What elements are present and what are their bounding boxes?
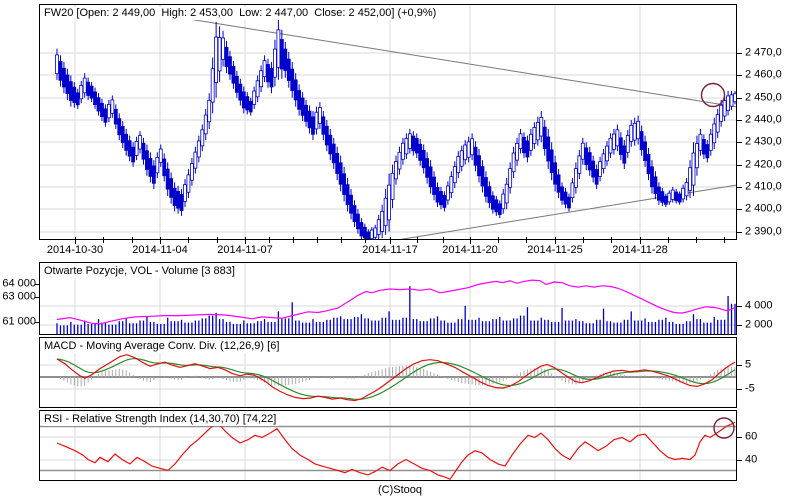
x-axis-date-label: 2014-11-20 (442, 244, 498, 256)
rsi-axis-label: 60 (745, 430, 758, 443)
macd-axis-label: -5 (745, 382, 755, 395)
price-axis-label: 2 470,0 (745, 46, 782, 59)
axis-tick (737, 120, 742, 121)
x-axis-date-label: 2014-11-25 (527, 244, 583, 256)
stooq-credit: (C)Stooq (377, 484, 423, 496)
axis-tick (737, 187, 742, 188)
axis-tick (35, 284, 40, 285)
axis-tick (526, 237, 527, 243)
axis-tick (245, 237, 246, 244)
axis-tick (737, 365, 742, 366)
x-axis-date-label: 2014-11-17 (362, 244, 418, 256)
axis-tick (470, 237, 471, 244)
volume-axis-label: 2 000 (745, 318, 773, 331)
x-axis-date-label: 2014-11-28 (612, 244, 668, 256)
axis-tick (417, 237, 418, 243)
open-interest-axis-label: 64 000 (2, 277, 36, 290)
price-axis-label: 2 400,0 (745, 202, 782, 215)
axis-tick (555, 237, 556, 244)
rsi-axis-label: 40 (745, 453, 758, 466)
price-axis-label: 2 390,0 (745, 225, 782, 238)
axis-tick (737, 437, 742, 438)
axis-tick (341, 237, 342, 243)
axis-tick (737, 209, 742, 210)
axis-tick (737, 389, 742, 390)
axis-tick (498, 237, 499, 243)
axis-tick (217, 237, 218, 243)
price-axis-label: 2 420,0 (745, 158, 782, 171)
axis-tick (75, 237, 76, 244)
x-axis-date-label: 2014-11-07 (217, 244, 273, 256)
macd-panel-title: MACD - Moving Average Conv. Div. (12,26,… (43, 340, 283, 353)
axis-tick (737, 75, 742, 76)
axis-tick (35, 297, 40, 298)
axis-tick (269, 237, 270, 243)
axis-tick (443, 237, 444, 243)
axis-tick (737, 142, 742, 143)
axis-tick (293, 237, 294, 243)
price-panel-title: FW20 [Open: 2 449,00 High: 2 453,00 Low:… (43, 7, 440, 20)
axis-tick (737, 460, 742, 461)
axis-tick (160, 237, 161, 244)
price-axis-label: 2 430,0 (745, 135, 782, 148)
open-interest-axis-label: 63 000 (2, 290, 36, 303)
price-axis-label: 2 450,0 (745, 91, 782, 104)
axis-tick (35, 322, 40, 323)
axis-tick (737, 232, 742, 233)
x-axis-date-label: 2014-10-30 (46, 244, 104, 256)
axis-tick (696, 237, 697, 243)
axis-tick (390, 237, 391, 244)
axis-tick (640, 237, 641, 244)
axis-tick (737, 98, 742, 99)
volume-panel-title: Otwarte Pozycje, VOL - Volume [3 883] (43, 265, 238, 278)
rsi-panel-title: RSI - Relative Strength Index (14,30,70)… (43, 413, 280, 426)
x-axis-date-label: 2014-11-04 (132, 244, 188, 256)
axis-tick (317, 237, 318, 243)
open-interest-axis-label: 61 000 (2, 315, 36, 328)
axis-tick (668, 237, 669, 243)
price-axis-label: 2 440,0 (745, 113, 782, 126)
stooq-chart-page: FW20 [Open: 2 449,00 High: 2 453,00 Low:… (0, 0, 800, 500)
axis-tick (365, 237, 366, 243)
macd-axis-label: 5 (745, 358, 752, 371)
axis-tick (103, 237, 104, 243)
axis-tick (583, 237, 584, 243)
axis-tick (737, 306, 742, 307)
axis-tick (737, 325, 742, 326)
axis-tick (737, 165, 742, 166)
axis-tick (724, 237, 725, 243)
price-chart-canvas (39, 4, 737, 240)
axis-tick (611, 237, 612, 243)
axis-tick (188, 237, 189, 243)
price-axis-label: 2 410,0 (745, 180, 782, 193)
axis-tick (737, 53, 742, 54)
axis-tick (132, 237, 133, 243)
price-axis-label: 2 460,0 (745, 68, 782, 81)
volume-axis-label: 4 000 (745, 299, 773, 312)
